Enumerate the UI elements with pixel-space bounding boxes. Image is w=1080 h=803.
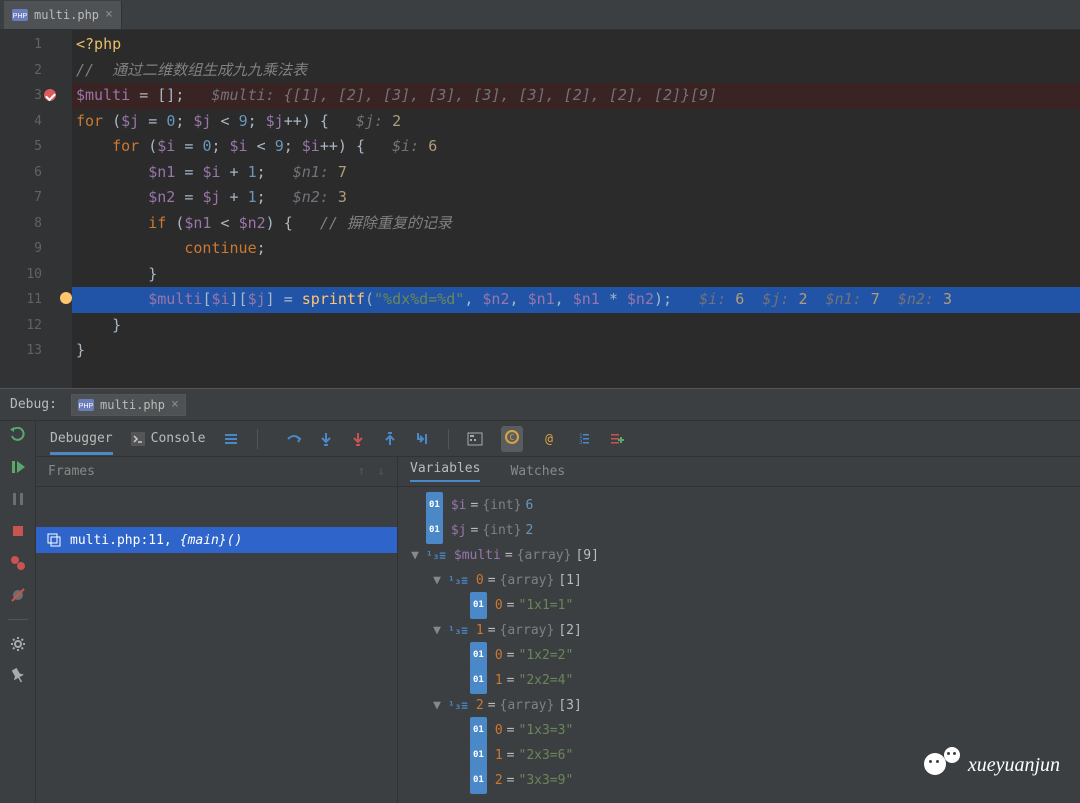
resume-icon[interactable] xyxy=(10,459,26,475)
code-line[interactable]: <?php xyxy=(72,32,1080,58)
add-watch-icon[interactable] xyxy=(609,431,625,447)
file-tab-label: multi.php xyxy=(34,8,99,22)
watermark-text: xueyuanjun xyxy=(968,754,1060,777)
code-line[interactable]: if ($n1 < $n2) { // 摒除重复的记录 xyxy=(72,211,1080,237)
frames-title: Frames xyxy=(48,464,95,479)
evaluate-expression-icon[interactable] xyxy=(467,431,483,447)
code-line[interactable]: } xyxy=(72,262,1080,288)
variable-row[interactable]: ▼¹₃≡2 = {array} [3] xyxy=(408,693,1070,718)
code-line[interactable]: // 通过二维数组生成九九乘法表 xyxy=(72,58,1080,84)
pause-icon[interactable] xyxy=(10,491,26,507)
svg-text:3: 3 xyxy=(579,439,583,446)
debug-body: Debugger Console C @ 13 xyxy=(0,421,1080,803)
frame-down-icon[interactable]: ↓ xyxy=(377,464,385,479)
file-tab[interactable]: PHP multi.php × xyxy=(4,1,122,29)
debug-header: Debug: PHP multi.php × xyxy=(0,389,1080,421)
code-line[interactable]: } xyxy=(72,338,1080,364)
tab-debugger[interactable]: Debugger xyxy=(50,431,113,455)
step-controls xyxy=(286,431,430,447)
frames-panel: Frames ↑ ↓ multi.php:11, {main}() xyxy=(36,457,398,803)
console-icon xyxy=(131,432,145,446)
stop-icon[interactable] xyxy=(10,523,26,539)
tab-variables[interactable]: Variables xyxy=(410,461,480,482)
variable-row[interactable]: 010 = "1x2=2" xyxy=(408,643,1070,668)
code-line[interactable]: for ($i = 0; $i < 9; $i++) { $i: 6 xyxy=(72,134,1080,160)
frames-header: Frames ↑ ↓ xyxy=(36,457,397,487)
variable-row[interactable]: 01$i = {int} 6 xyxy=(408,493,1070,518)
variable-row[interactable]: ▼¹₃≡1 = {array} [2] xyxy=(408,618,1070,643)
view-breakpoints-icon[interactable] xyxy=(10,555,26,571)
php-file-icon: PHP xyxy=(12,7,28,23)
line-number-gutter[interactable]: 12345678910111213 xyxy=(0,30,58,388)
variable-row[interactable]: 010 = "1x3=3" xyxy=(408,718,1070,743)
step-over-icon[interactable] xyxy=(286,431,302,447)
php-file-icon: PHP xyxy=(78,397,94,413)
force-step-into-icon[interactable] xyxy=(350,431,366,447)
variable-row[interactable]: ▼¹₃≡$multi = {array} [9] xyxy=(408,543,1070,568)
editor-tabs-bar: PHP multi.php × xyxy=(0,0,1080,30)
code-editor: 12345678910111213 <?php// 通过二维数组生成九九乘法表$… xyxy=(0,30,1080,388)
debug-sidebar xyxy=(0,421,36,803)
svg-text:PHP: PHP xyxy=(13,13,28,20)
variable-row[interactable]: 010 = "1x1=1" xyxy=(408,593,1070,618)
variable-row[interactable]: 011 = "2x2=4" xyxy=(408,668,1070,693)
settings-icon[interactable] xyxy=(10,636,26,652)
code-line[interactable]: $multi = []; $multi: {[1], [2], [3], [3]… xyxy=(72,83,1080,109)
code-line[interactable]: $n1 = $i + 1; $n1: 7 xyxy=(72,160,1080,186)
wechat-icon xyxy=(924,747,960,783)
debug-panel: Debug: PHP multi.php × Debugger Console xyxy=(0,388,1080,803)
watermark: xueyuanjun xyxy=(924,747,1060,783)
run-to-cursor-icon[interactable] xyxy=(414,431,430,447)
code-line[interactable]: for ($j = 0; $j < 9; $j++) { $j: 2 xyxy=(72,109,1080,135)
debug-config-tab[interactable]: PHP multi.php × xyxy=(71,394,186,416)
variable-row[interactable]: 01$j = {int} 2 xyxy=(408,518,1070,543)
tab-console[interactable]: Console xyxy=(131,431,206,446)
debug-file-label: multi.php xyxy=(100,398,165,412)
code-line[interactable]: } xyxy=(72,313,1080,339)
code-line[interactable]: $n2 = $j + 1; $n2: 3 xyxy=(72,185,1080,211)
pin-icon[interactable] xyxy=(10,668,26,684)
sort-icon[interactable]: 13 xyxy=(575,431,591,447)
variable-row[interactable]: ▼¹₃≡0 = {array} [1] xyxy=(408,568,1070,593)
vars-tabs: Variables Watches xyxy=(398,457,1080,487)
code-area[interactable]: <?php// 通过二维数组生成九九乘法表$multi = []; $multi… xyxy=(72,30,1080,388)
at-icon[interactable]: @ xyxy=(541,431,557,447)
frame-nav: ↑ ↓ xyxy=(357,464,385,479)
frames-stack-icon xyxy=(46,532,62,548)
step-into-icon[interactable] xyxy=(318,431,334,447)
frame-file: multi.php:11, xyxy=(70,533,172,548)
frame-up-icon[interactable]: ↑ xyxy=(357,464,365,479)
mute-breakpoints-icon[interactable] xyxy=(10,587,26,603)
frame-fn: {main}() xyxy=(180,533,243,548)
trace-icon[interactable]: C xyxy=(504,429,520,445)
step-out-icon[interactable] xyxy=(382,431,398,447)
svg-text:@: @ xyxy=(546,432,554,447)
fold-bar[interactable] xyxy=(58,30,72,388)
close-icon[interactable]: × xyxy=(105,7,113,22)
svg-text:C: C xyxy=(510,433,515,442)
rerun-icon[interactable] xyxy=(10,427,26,443)
threads-icon[interactable] xyxy=(223,431,239,447)
debug-main: Debugger Console C @ 13 xyxy=(36,421,1080,803)
code-line[interactable]: continue; xyxy=(72,236,1080,262)
svg-text:PHP: PHP xyxy=(79,403,94,410)
intention-bulb-icon[interactable] xyxy=(60,292,72,304)
debug-label: Debug: xyxy=(10,397,57,412)
debug-tabs-row: Debugger Console C @ 13 xyxy=(36,421,1080,457)
frame-row[interactable]: multi.php:11, {main}() xyxy=(36,527,397,553)
tab-watches[interactable]: Watches xyxy=(510,464,565,479)
close-icon[interactable]: × xyxy=(171,397,179,412)
code-line[interactable]: $multi[$i][$j] = sprintf("%dx%d=%d", $n2… xyxy=(72,287,1080,313)
